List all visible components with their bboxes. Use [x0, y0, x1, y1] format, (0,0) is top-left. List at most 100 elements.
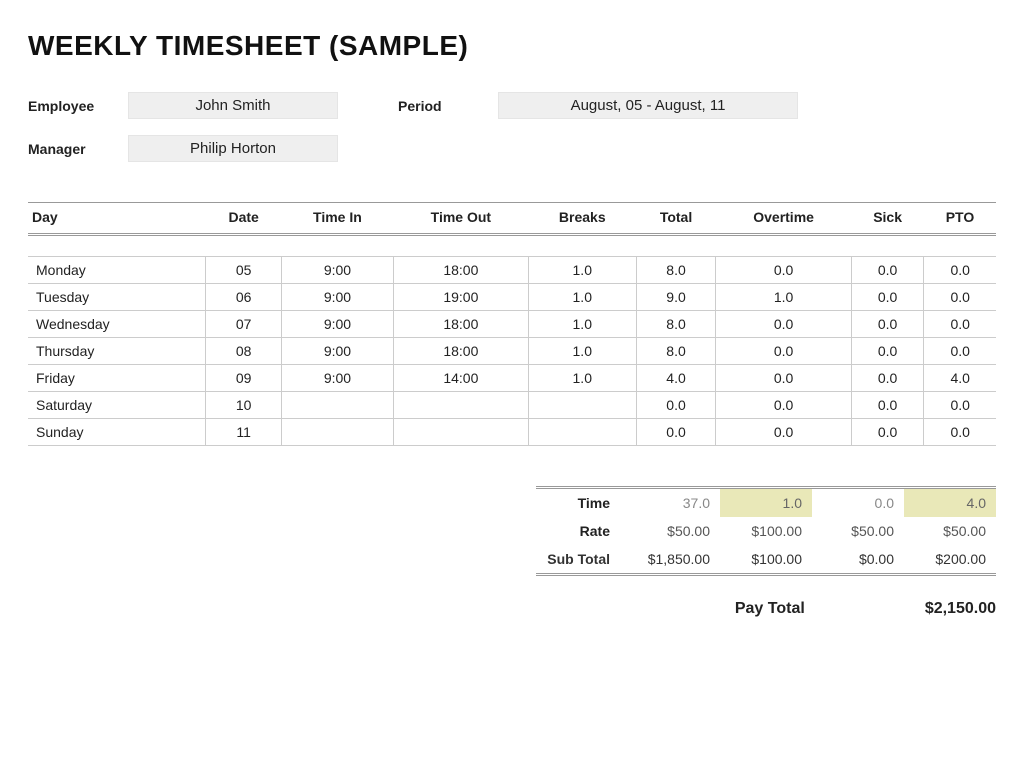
cell-date[interactable]: 08	[206, 338, 282, 365]
header-row: Day Date Time In Time Out Breaks Total O…	[28, 203, 996, 235]
manager-label: Manager	[28, 141, 128, 157]
cell-in[interactable]: 9:00	[281, 311, 393, 338]
cell-breaks[interactable]: 1.0	[528, 284, 636, 311]
cell-day[interactable]: Tuesday	[28, 284, 206, 311]
col-overtime: Overtime	[716, 203, 851, 235]
cell-out[interactable]	[393, 392, 528, 419]
pay-total-row: Pay Total $2,150.00	[28, 600, 996, 618]
cell-ot[interactable]: 0.0	[716, 257, 851, 284]
cell-sick[interactable]: 0.0	[851, 338, 924, 365]
summary-sub-ot: $100.00	[720, 545, 812, 575]
cell-sick[interactable]: 0.0	[851, 284, 924, 311]
cell-in[interactable]: 9:00	[281, 257, 393, 284]
summary-time-total: 37.0	[628, 488, 720, 518]
employee-label: Employee	[28, 98, 128, 114]
cell-pto[interactable]: 0.0	[924, 284, 996, 311]
cell-total[interactable]: 0.0	[636, 419, 716, 446]
cell-total[interactable]: 8.0	[636, 338, 716, 365]
cell-ot[interactable]: 0.0	[716, 419, 851, 446]
cell-date[interactable]: 09	[206, 365, 282, 392]
summary-rate-total: $50.00	[628, 517, 720, 545]
cell-pto[interactable]: 0.0	[924, 338, 996, 365]
cell-total[interactable]: 0.0	[636, 392, 716, 419]
col-total: Total	[636, 203, 716, 235]
cell-ot[interactable]: 0.0	[716, 311, 851, 338]
cell-day[interactable]: Thursday	[28, 338, 206, 365]
cell-date[interactable]: 11	[206, 419, 282, 446]
cell-pto[interactable]: 0.0	[924, 392, 996, 419]
cell-date[interactable]: 06	[206, 284, 282, 311]
summary-time-row: Time 37.0 1.0 0.0 4.0	[536, 488, 996, 518]
cell-out[interactable]: 14:00	[393, 365, 528, 392]
col-date: Date	[206, 203, 282, 235]
cell-breaks[interactable]: 1.0	[528, 311, 636, 338]
cell-sick[interactable]: 0.0	[851, 365, 924, 392]
cell-sick[interactable]: 0.0	[851, 257, 924, 284]
cell-out[interactable]	[393, 419, 528, 446]
cell-total[interactable]: 9.0	[636, 284, 716, 311]
cell-pto[interactable]: 0.0	[924, 311, 996, 338]
table-row: Tuesday069:0019:001.09.01.00.00.0	[28, 284, 996, 311]
summary-time-label: Time	[536, 488, 628, 518]
cell-day[interactable]: Wednesday	[28, 311, 206, 338]
cell-pto[interactable]: 0.0	[924, 257, 996, 284]
employee-field[interactable]: John Smith	[128, 92, 338, 119]
manager-field[interactable]: Philip Horton	[128, 135, 338, 162]
cell-breaks[interactable]: 1.0	[528, 338, 636, 365]
col-sick: Sick	[851, 203, 924, 235]
cell-date[interactable]: 05	[206, 257, 282, 284]
summary-sub-label: Sub Total	[536, 545, 628, 575]
cell-date[interactable]: 07	[206, 311, 282, 338]
cell-day[interactable]: Saturday	[28, 392, 206, 419]
summary-sub-row: Sub Total $1,850.00 $100.00 $0.00 $200.0…	[536, 545, 996, 575]
cell-out[interactable]: 18:00	[393, 257, 528, 284]
cell-in[interactable]	[281, 392, 393, 419]
cell-in[interactable]: 9:00	[281, 338, 393, 365]
summary-time-ot: 1.0	[720, 488, 812, 518]
cell-day[interactable]: Monday	[28, 257, 206, 284]
cell-ot[interactable]: 1.0	[716, 284, 851, 311]
cell-total[interactable]: 8.0	[636, 311, 716, 338]
summary-rate-ot: $100.00	[720, 517, 812, 545]
table-row: Wednesday079:0018:001.08.00.00.00.0	[28, 311, 996, 338]
cell-day[interactable]: Friday	[28, 365, 206, 392]
col-time-out: Time Out	[393, 203, 528, 235]
cell-breaks[interactable]	[528, 392, 636, 419]
cell-ot[interactable]: 0.0	[716, 338, 851, 365]
cell-ot[interactable]: 0.0	[716, 392, 851, 419]
period-label: Period	[398, 98, 498, 114]
timesheet-table: Day Date Time In Time Out Breaks Total O…	[28, 202, 996, 446]
cell-sick[interactable]: 0.0	[851, 419, 924, 446]
cell-breaks[interactable]: 1.0	[528, 257, 636, 284]
summary-time-sick: 0.0	[812, 488, 904, 518]
meta-row-2: Manager Philip Horton	[28, 135, 996, 162]
cell-total[interactable]: 4.0	[636, 365, 716, 392]
cell-sick[interactable]: 0.0	[851, 311, 924, 338]
summary-rate-sick: $50.00	[812, 517, 904, 545]
cell-total[interactable]: 8.0	[636, 257, 716, 284]
period-field[interactable]: August, 05 - August, 11	[498, 92, 798, 119]
cell-pto[interactable]: 0.0	[924, 419, 996, 446]
summary-rate-pto: $50.00	[904, 517, 996, 545]
cell-in[interactable]: 9:00	[281, 284, 393, 311]
cell-day[interactable]: Sunday	[28, 419, 206, 446]
cell-ot[interactable]: 0.0	[716, 365, 851, 392]
cell-in[interactable]: 9:00	[281, 365, 393, 392]
cell-out[interactable]: 18:00	[393, 338, 528, 365]
col-pto: PTO	[924, 203, 996, 235]
page-title: WEEKLY TIMESHEET (SAMPLE)	[28, 30, 996, 62]
cell-in[interactable]	[281, 419, 393, 446]
pay-total-value: $2,150.00	[925, 600, 996, 618]
cell-out[interactable]: 19:00	[393, 284, 528, 311]
meta-row-1: Employee John Smith Period August, 05 - …	[28, 92, 996, 119]
summary-time-pto: 4.0	[904, 488, 996, 518]
cell-breaks[interactable]: 1.0	[528, 365, 636, 392]
summary-rate-row: Rate $50.00 $100.00 $50.00 $50.00	[536, 517, 996, 545]
pay-total-label: Pay Total	[735, 600, 805, 618]
cell-sick[interactable]: 0.0	[851, 392, 924, 419]
cell-date[interactable]: 10	[206, 392, 282, 419]
cell-pto[interactable]: 4.0	[924, 365, 996, 392]
table-row: Sunday110.00.00.00.0	[28, 419, 996, 446]
cell-breaks[interactable]	[528, 419, 636, 446]
cell-out[interactable]: 18:00	[393, 311, 528, 338]
